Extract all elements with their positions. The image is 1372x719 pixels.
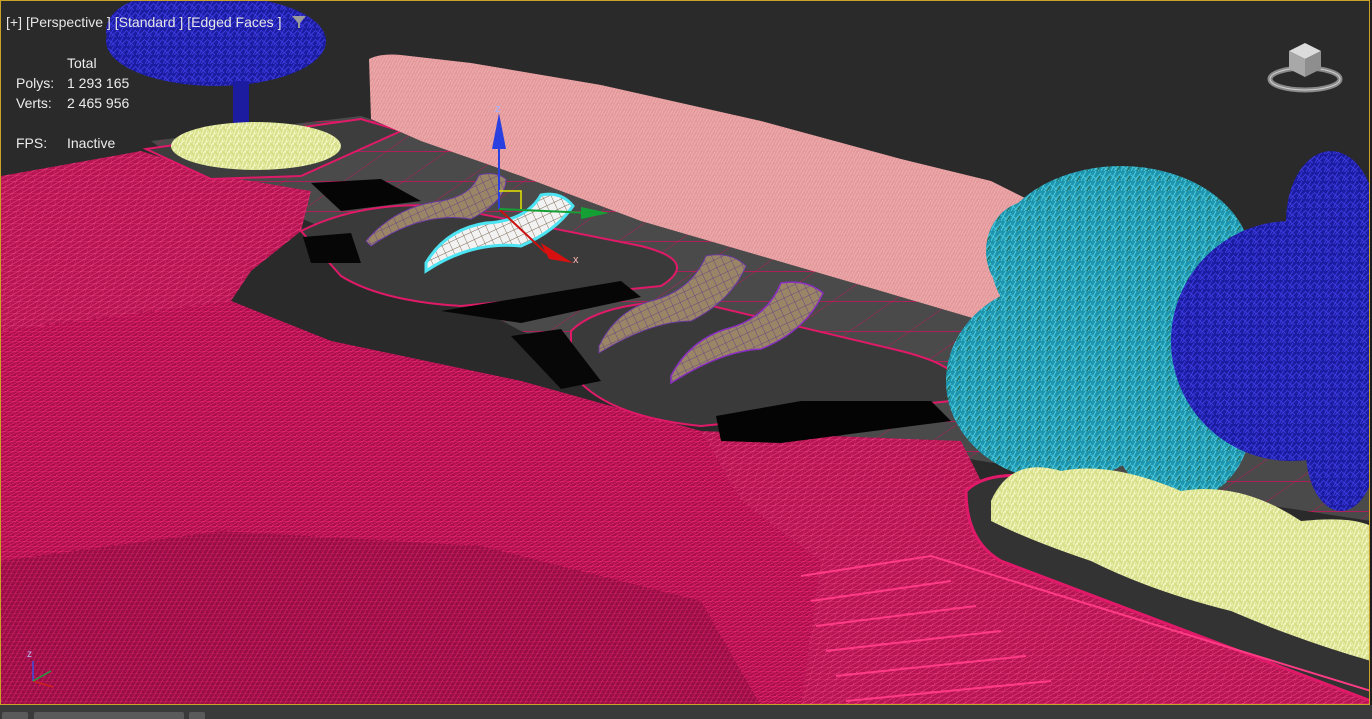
viewcube-icon[interactable]: [1267, 39, 1343, 99]
viewport-menu-button[interactable]: [+]: [6, 14, 22, 30]
verts-value: 2 465 956: [67, 95, 130, 111]
stats-fps-row: FPS: Inactive: [16, 133, 129, 153]
stats-header: Total: [67, 55, 97, 71]
bottom-tab-2[interactable]: [34, 712, 184, 719]
viewport-label-bar: [+] [Perspective ] [Standard ] [Edged Fa…: [6, 12, 307, 32]
stats-polys-row: Polys: 1 293 165: [16, 73, 129, 93]
bottom-tab-3[interactable]: [189, 712, 205, 719]
viewport-edges-button[interactable]: [Edged Faces ]: [187, 14, 281, 30]
filter-icon[interactable]: [291, 14, 307, 30]
viewport-view-button[interactable]: [Perspective ]: [26, 14, 111, 30]
scene-render[interactable]: z x: [1, 1, 1370, 705]
fps-value: Inactive: [67, 135, 116, 151]
tripod-z-label: z: [27, 649, 32, 660]
stats-verts-row: Verts: 2 465 956: [16, 93, 129, 113]
viewport-shading-button[interactable]: [Standard ]: [115, 14, 184, 30]
bottom-toolbar: [0, 705, 1372, 719]
statistics-overlay: Total Polys: 1 293 165 Verts: 2 465 956 …: [16, 53, 129, 153]
polys-label: Polys:: [16, 75, 55, 91]
polys-value: 1 293 165: [67, 75, 130, 91]
bottom-tab-1[interactable]: [2, 712, 28, 719]
svg-text:z: z: [495, 103, 501, 115]
svg-text:x: x: [573, 254, 579, 266]
axis-tripod-icon: z: [21, 645, 61, 689]
viewport-perspective[interactable]: z x [+] [Perspective ] [Standard ] [Edge…: [0, 0, 1370, 705]
fps-label: FPS:: [16, 135, 48, 151]
verts-label: Verts:: [16, 95, 52, 111]
